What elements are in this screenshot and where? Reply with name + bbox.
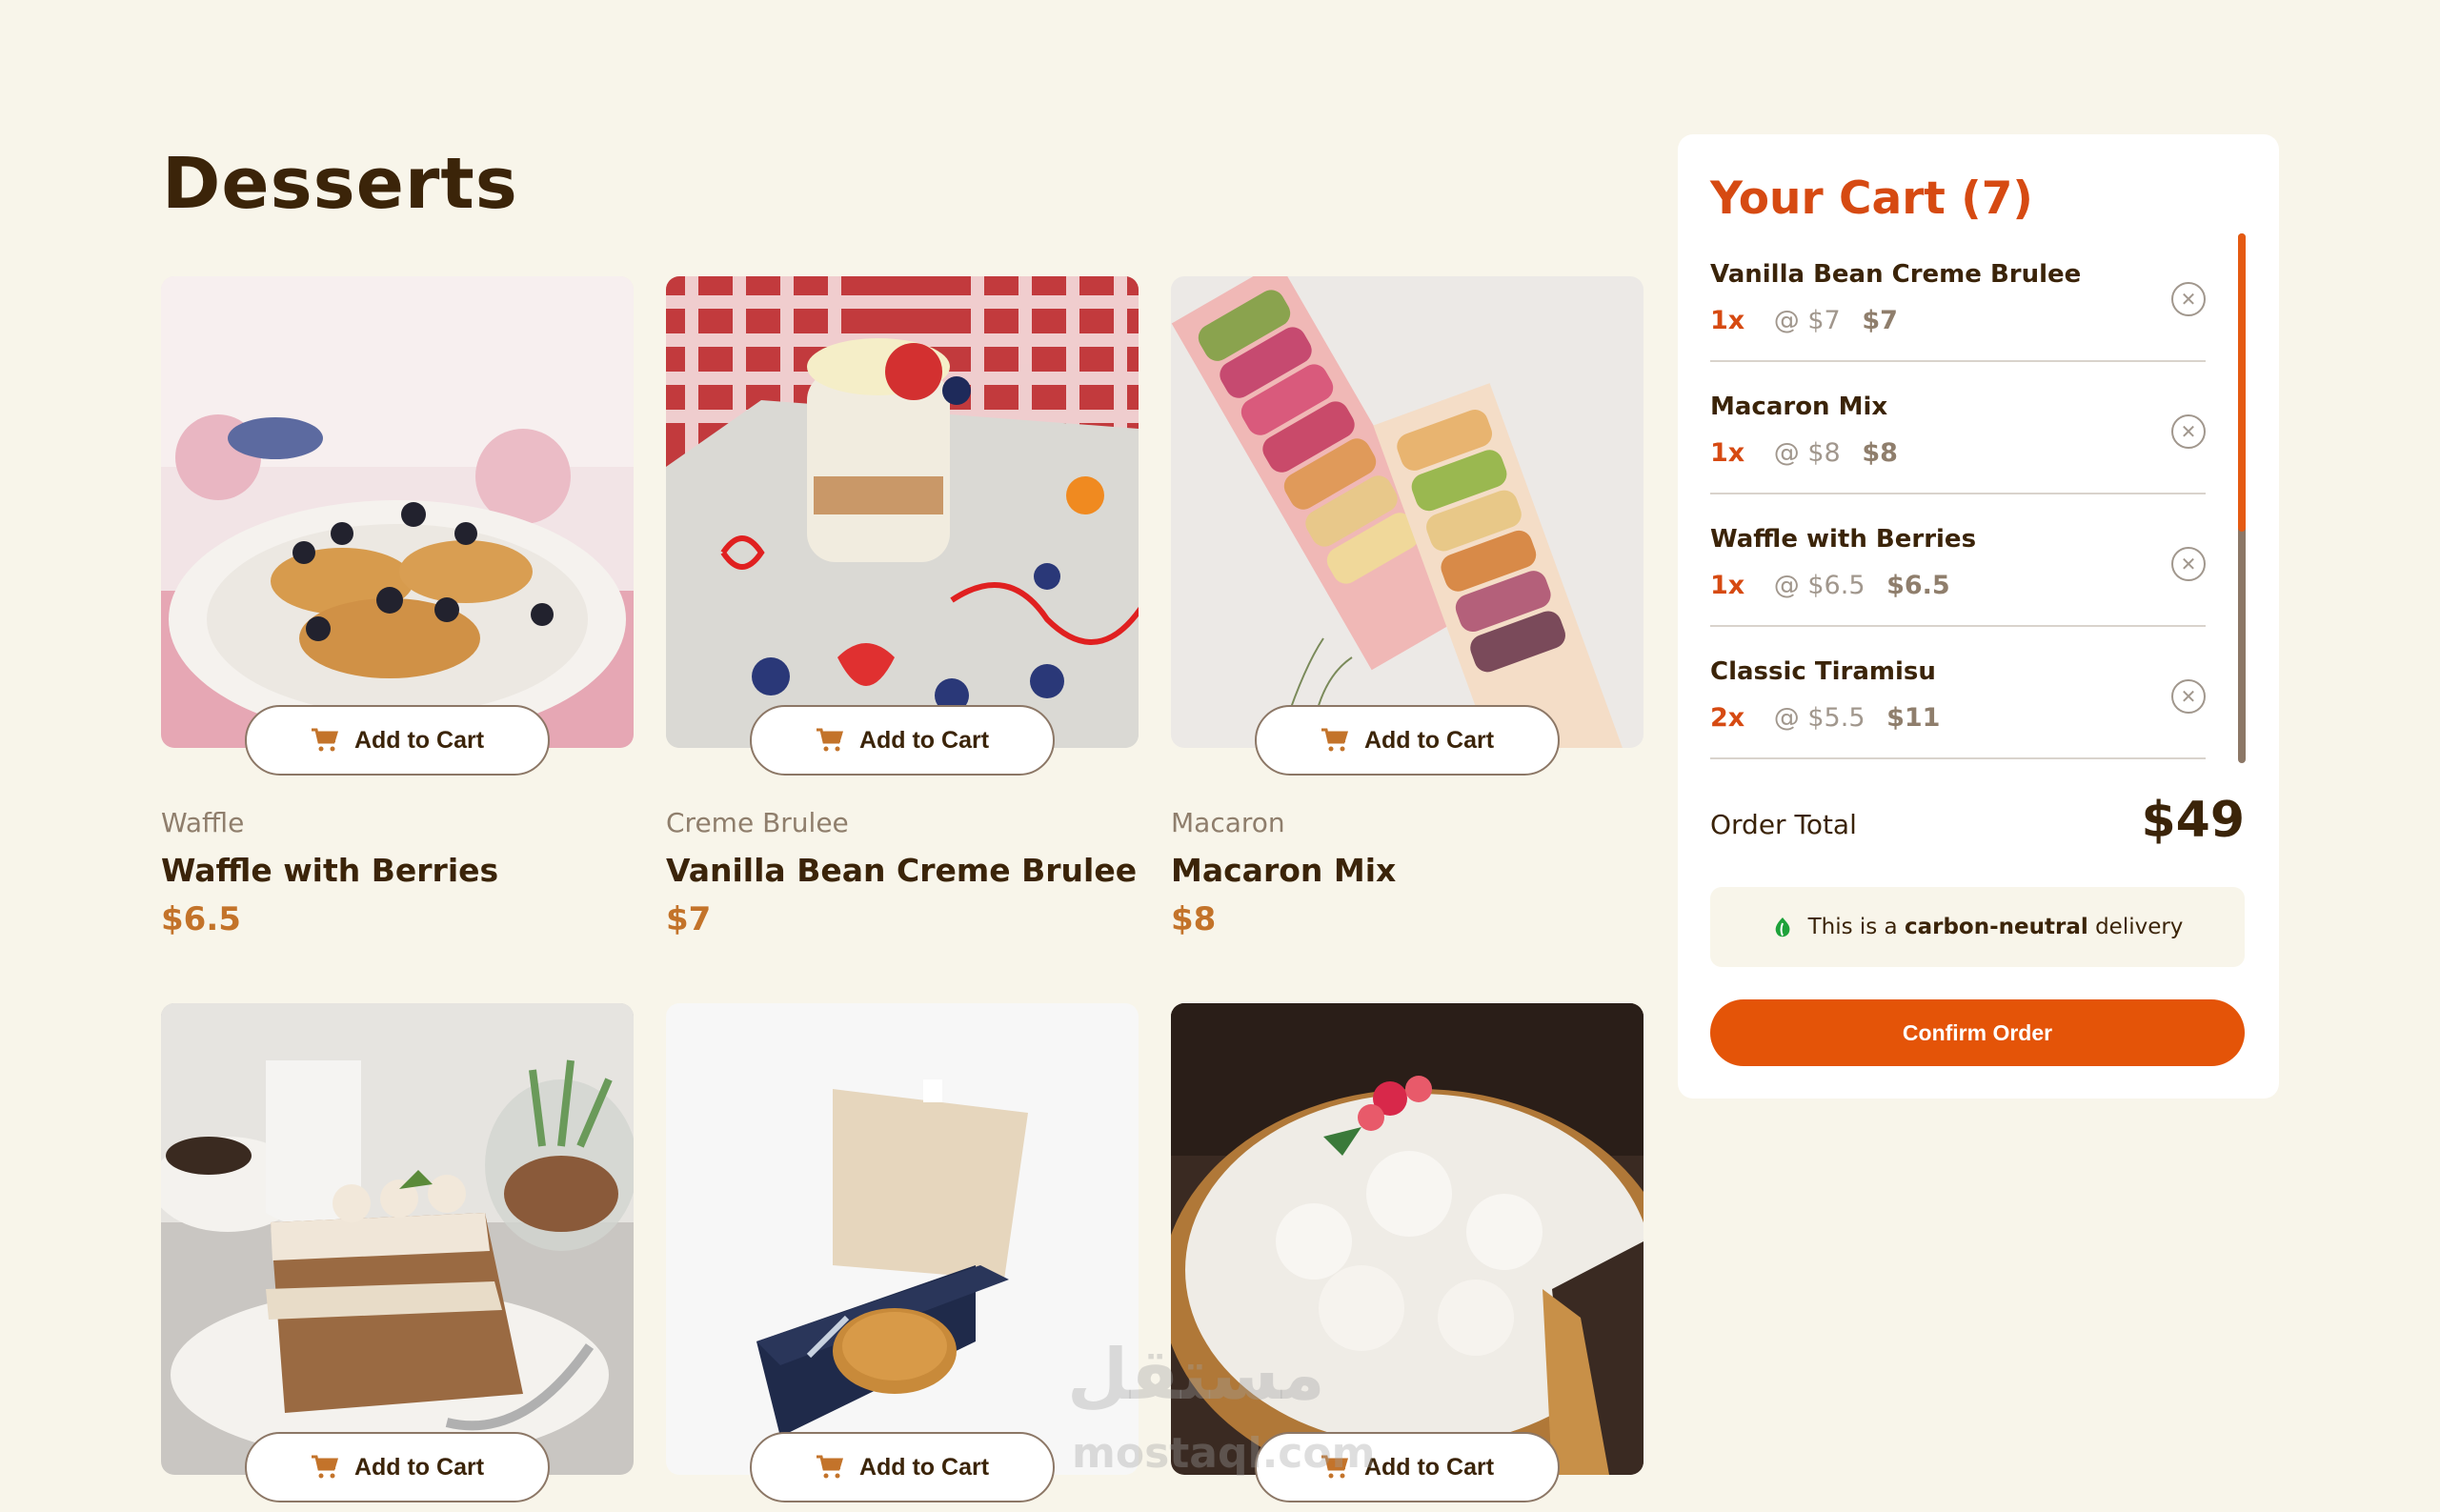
creme-brulee-image — [666, 276, 1139, 748]
product-name: Waffle with Berries — [161, 852, 499, 889]
page-title: Desserts — [162, 143, 518, 225]
remove-item-icon[interactable]: ✕ — [2171, 282, 2206, 316]
waffle-image — [161, 276, 634, 748]
cart-item-qty: 1x — [1710, 571, 1745, 600]
watermark-logo: مستقل — [1067, 1334, 1325, 1416]
cart-item-unit-price: @ $8 — [1773, 438, 1841, 468]
cart-scrollbar[interactable] — [2238, 233, 2246, 763]
cart-icon — [816, 728, 843, 752]
order-total-value: $49 — [2141, 792, 2245, 849]
cart-item-qty: 2x — [1710, 703, 1745, 733]
leaf-icon — [1775, 917, 1790, 937]
add-to-cart-button[interactable]: Add to Cart — [245, 1432, 550, 1502]
watermark-url: mostaql.com — [1072, 1429, 1376, 1478]
cart-item-qty: 1x — [1710, 306, 1745, 335]
confirm-order-button[interactable]: Confirm Order — [1710, 999, 2245, 1066]
add-to-cart-button[interactable]: Add to Cart — [750, 1432, 1055, 1502]
cart-list[interactable]: Vanilla Bean Creme Brulee 1x @ $7 $7 ✕ M… — [1710, 230, 2206, 897]
cart-item-total: $8 — [1862, 438, 1898, 468]
product-card: Add to Cart Waffle Waffle with Berries $… — [161, 276, 634, 938]
cart-icon — [311, 728, 338, 752]
product-grid: Add to Cart Waffle Waffle with Berries $… — [161, 276, 1643, 1502]
macaron-image — [1171, 276, 1643, 748]
cart-item-name: Macaron Mix — [1710, 393, 1888, 421]
product-card: Add to Cart — [161, 1003, 634, 1502]
cart-item-total: $6.5 — [1886, 571, 1950, 600]
cart-item-total: $11 — [1886, 703, 1941, 733]
cart-item-total: $7 — [1862, 306, 1898, 335]
product-price: $6.5 — [161, 900, 241, 938]
product-name: Vanilla Bean Creme Brulee — [666, 852, 1138, 889]
remove-item-icon[interactable]: ✕ — [2171, 679, 2206, 714]
cart-item: Classic Tiramisu 2x @ $5.5 $11 ✕ — [1710, 627, 2206, 759]
cart-item: Waffle with Berries 1x @ $6.5 $6.5 ✕ — [1710, 494, 2206, 627]
product-card: Add to Cart Creme Brulee Vanilla Bean Cr… — [666, 276, 1139, 938]
cart-icon — [816, 1455, 843, 1479]
product-card: Add to Cart Macaron Macaron Mix $8 — [1171, 276, 1643, 938]
cart-title: Your Cart (7) — [1710, 172, 2033, 225]
product-category: Creme Brulee — [666, 807, 849, 838]
cart-item-unit-price: @ $6.5 — [1773, 571, 1865, 600]
add-to-cart-button[interactable]: Add to Cart — [245, 705, 550, 776]
order-total-label: Order Total — [1710, 809, 1857, 840]
cart-panel: Your Cart (7) Vanilla Bean Creme Brulee … — [1678, 134, 2279, 1099]
tiramisu-image — [161, 1003, 634, 1475]
cart-item-name: Classic Tiramisu — [1710, 657, 1936, 686]
product-price: $7 — [666, 900, 712, 938]
cart-item-unit-price: @ $7 — [1773, 306, 1841, 335]
product-name: Macaron Mix — [1171, 852, 1397, 889]
add-to-cart-button[interactable]: Add to Cart — [750, 705, 1055, 776]
cart-item-name: Vanilla Bean Creme Brulee — [1710, 260, 2082, 289]
product-category: Macaron — [1171, 807, 1285, 838]
cart-item-unit-price: @ $5.5 — [1773, 703, 1865, 733]
cart-item: Macaron Mix 1x @ $8 $8 ✕ — [1710, 362, 2206, 494]
cart-icon — [1321, 728, 1348, 752]
remove-item-icon[interactable]: ✕ — [2171, 547, 2206, 581]
cart-item: Vanilla Bean Creme Brulee 1x @ $7 $7 ✕ — [1710, 230, 2206, 362]
cart-icon — [311, 1455, 338, 1479]
product-price: $8 — [1171, 900, 1217, 938]
cart-scrollbar-thumb[interactable] — [2238, 233, 2246, 532]
product-category: Waffle — [161, 807, 245, 838]
remove-item-icon[interactable]: ✕ — [2171, 414, 2206, 449]
carbon-neutral-notice: This is a carbon-neutral delivery — [1710, 887, 2245, 967]
cart-item-qty: 1x — [1710, 438, 1745, 468]
add-to-cart-button[interactable]: Add to Cart — [1255, 705, 1560, 776]
cart-item-name: Waffle with Berries — [1710, 525, 1977, 554]
